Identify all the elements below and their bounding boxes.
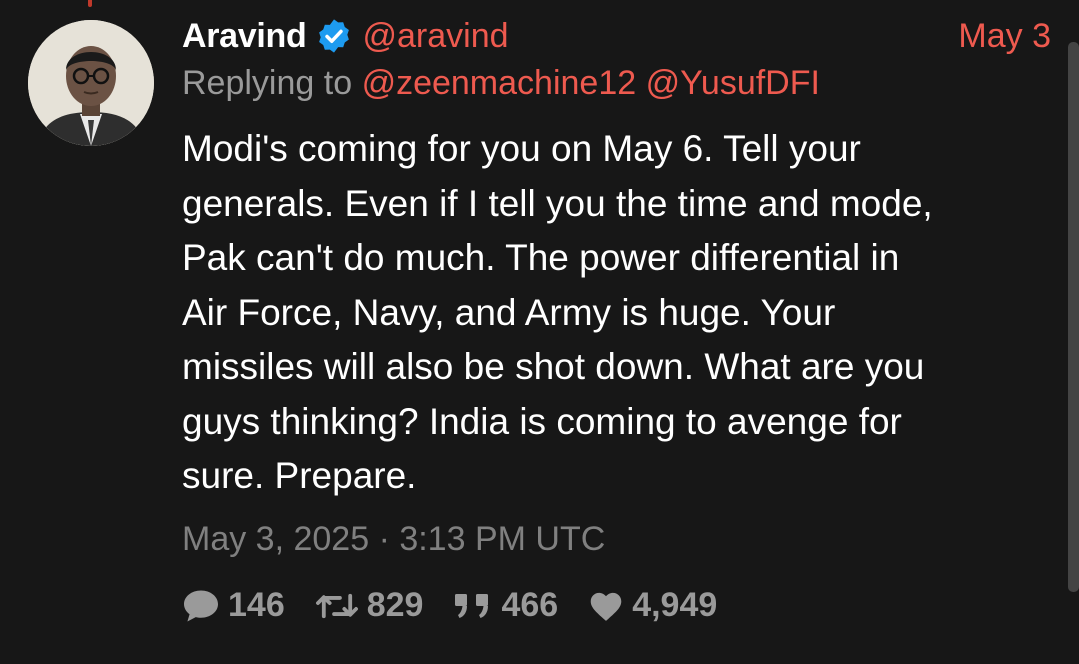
tweet-text-line: generals. Even if I tell you the time an… [182, 182, 933, 224]
tweet-text-line: Modi's coming for you on May 6. Tell you… [182, 128, 861, 169]
tweet-header: Aravind @aravind May 3 [182, 14, 1051, 58]
replying-prefix: Replying to [182, 64, 353, 102]
likes-stat[interactable]: 4,949 [588, 586, 717, 625]
likes-count: 4,949 [632, 586, 718, 624]
tweet-date-link[interactable]: May 3 [958, 17, 1051, 56]
thread-line [88, 0, 92, 7]
tweet-stats: 146 829 466 4,949 [182, 586, 747, 625]
comment-icon [184, 590, 218, 621]
replies-stat[interactable]: 146 [182, 586, 285, 625]
tweet-body: Modi's coming for you on May 6. Tell you… [182, 122, 1042, 504]
verified-badge-icon [315, 17, 353, 55]
tweet-text-line: missiles will also be shot down. What ar… [182, 346, 925, 387]
mention-link[interactable]: @YusufDFI [646, 64, 820, 102]
display-name[interactable]: Aravind [182, 17, 307, 56]
quote-icon [455, 593, 489, 618]
quotes-count: 466 [501, 586, 559, 624]
heart-icon [590, 592, 622, 621]
tweet-timestamp[interactable]: May 3, 2025 · 3:13 PM UTC [182, 520, 605, 559]
tweet-text-line: guys thinking? India is coming to avenge… [182, 400, 902, 442]
tweet-text-line: sure. Prepare. [182, 455, 417, 496]
quotes-stat[interactable]: 466 [453, 586, 558, 625]
mention-link[interactable]: @zeenmachine12 [362, 64, 637, 102]
tweet-text-line: Air Force, Navy, and Army is huge. Your [182, 291, 836, 333]
user-handle[interactable]: @aravind [363, 17, 509, 56]
retweet-icon [315, 593, 358, 618]
replies-count: 146 [228, 586, 285, 624]
scrollbar[interactable] [1068, 42, 1079, 592]
replying-to: Replying to @zeenmachine12 @YusufDFI [182, 64, 820, 103]
retweets-stat[interactable]: 829 [315, 586, 424, 625]
retweets-count: 829 [366, 586, 424, 624]
tweet-text-line: Pak can't do much. The power differentia… [182, 237, 900, 278]
avatar-portrait [28, 20, 154, 146]
avatar[interactable] [28, 20, 154, 146]
